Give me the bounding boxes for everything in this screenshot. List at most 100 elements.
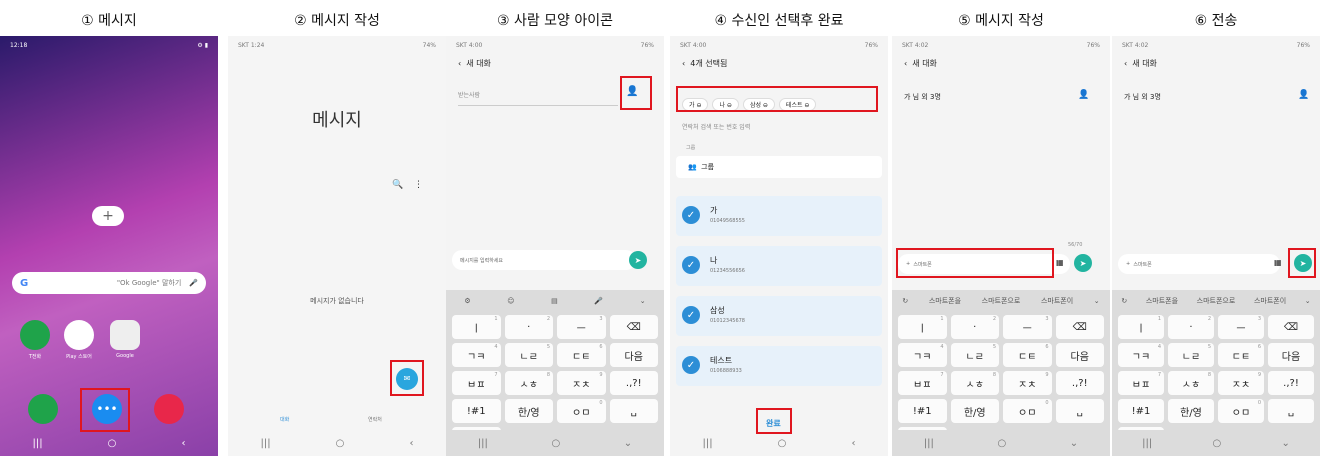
send-icon[interactable]: ➤ (629, 251, 647, 269)
step-caption: ③ 사람 모양 아이콘 (496, 13, 614, 29)
keyboard-key[interactable]: ㄷㅌ 6 (1003, 343, 1052, 367)
keyboard-key[interactable]: ㅇㅁ 0 (1218, 399, 1264, 423)
group-section: 그룹 (686, 145, 696, 151)
send-screen: SKT 4:02 76% ‹ 새 대화 가 님 외 3명 👤 + 스마트폰 ▦ ➤… (1112, 36, 1320, 456)
keyboard-key[interactable]: 다음 (609, 343, 658, 367)
contact-row-samsung[interactable]: ✓ 삼성 01012345678 (676, 296, 882, 336)
keyboard-key[interactable]: 다음 (1268, 343, 1314, 367)
keyboard-key[interactable]: ㅇㅁ 0 (557, 399, 606, 423)
keyboard-key[interactable]: ㅅㅎ 8 (950, 371, 999, 395)
key-number-hint: 1 (494, 316, 498, 322)
contact-row-na[interactable]: ✓ 나 01234556656 (676, 246, 882, 286)
keyboard-key[interactable]: ㅡ3 (1003, 315, 1052, 339)
keyboard-key[interactable]: ㅂㅍ 7 (1118, 371, 1164, 395)
recipients-field[interactable]: 가 님 외 3명 (904, 92, 941, 102)
keyboard-key[interactable]: ㄴㄹ 5 (504, 343, 553, 367)
keyboard-key[interactable]: ㄱㅋ 4 (898, 343, 947, 367)
keyboard-key[interactable]: ㄴㄹ 5 (1168, 343, 1214, 367)
person-icon[interactable]: 👤 (1078, 90, 1089, 100)
keyboard-key[interactable]: · 2 (950, 315, 999, 339)
more-icon[interactable]: ⋮ (414, 180, 423, 190)
google-search-bar[interactable]: G "Ok Google" 말하기 🎤 (12, 272, 206, 294)
keyboard-key[interactable]: ㄱㅋ 4 (452, 343, 501, 367)
compose-screen: SKT 4:02 76% ‹ 새 대화 가 님 외 3명 👤 56/70 + 스마… (892, 36, 1110, 456)
search-icon[interactable]: 🔍 (392, 180, 403, 190)
sticker-icon[interactable]: ▦ (1056, 258, 1064, 267)
key-number-hint: 3 (1257, 316, 1261, 322)
tab-conversations[interactable]: 대화 (280, 416, 289, 423)
add-widget-icon[interactable]: + (92, 206, 124, 226)
keyboard: ⚙ ☺ ▤ 🎤 ⌄ ㅣ 1 · 2 ㅡ 3 ⌫ ㄱㅋ 4 ㄴㄹ 5 ㄷㅌ 6 다음 ㅂㅍ 7 ㅅㅎ 8 ㅈㅊ 9.,?! !#1… (446, 290, 664, 451)
check-icon: ✓ (682, 306, 700, 324)
keyboard-key[interactable]: !#1 (452, 399, 501, 423)
send-icon[interactable]: ➤ (1074, 254, 1092, 272)
keyboard-key[interactable]: ㅅㅎ 8 (504, 371, 553, 395)
keyboard-key[interactable]: ㅣ1 (898, 315, 947, 339)
keyboard-key[interactable]: ⌫ (609, 315, 658, 339)
key-number-hint: 4 (940, 344, 944, 350)
keyboard-key[interactable]: .,?! (1055, 371, 1104, 395)
highlight-send (1288, 248, 1316, 278)
keyboard-key[interactable]: 한/영 (1168, 399, 1214, 423)
keyboard-key[interactable]: ㅣ1 (452, 315, 501, 339)
step-caption: ⑥ 전송 (1194, 13, 1238, 29)
keyboard-key[interactable]: ㄱㅋ 4 (1118, 343, 1164, 367)
message-input[interactable]: + 스마트폰 (1118, 254, 1280, 274)
keyboard-key[interactable]: ⌫ (1268, 315, 1314, 339)
keyboard-key[interactable]: ⌫ (1055, 315, 1104, 339)
keyboard-key[interactable]: ㅈㅊ 9 (1003, 371, 1052, 395)
messages-screen: SKT 1:24 74% 메시지 🔍 ⋮ 메시지가 없습니다 ✉ 대화 연락처 |… (228, 36, 446, 456)
keyboard-key[interactable]: ㄴㄹ 5 (950, 343, 999, 367)
key-number-hint: 2 (992, 316, 996, 322)
keyboard-key[interactable]: ㅈㅊ 9 (1218, 371, 1264, 395)
keyboard-key[interactable]: 한/영 (950, 399, 999, 423)
keyboard-key[interactable]: ㄷㅌ 6 (557, 343, 606, 367)
keyboard-key[interactable]: · 2 (1168, 315, 1214, 339)
key-number-hint: 3 (1045, 316, 1049, 322)
keyboard-key[interactable]: ㅈㅊ 9 (557, 371, 606, 395)
key-number-hint: 9 (1257, 372, 1261, 378)
tab-contacts[interactable]: 연락처 (368, 416, 382, 423)
key-number-hint: 9 (599, 372, 603, 378)
app-google[interactable]: Google (110, 320, 140, 359)
person-icon[interactable]: 👤 (1298, 90, 1309, 100)
page-title: 메시지 (312, 110, 362, 131)
keyboard-key[interactable]: ㅂㅍ 7 (898, 371, 947, 395)
recipient-field[interactable]: 받는사람 (458, 90, 618, 106)
keyboard-key[interactable]: .,?! (1268, 371, 1314, 395)
sticker-icon[interactable]: ▦ (1274, 258, 1282, 267)
app-playstore[interactable]: Play 스토어 (64, 320, 94, 360)
keyboard-key[interactable]: ␣ (1268, 399, 1314, 423)
message-input[interactable]: 메시지를 입력하세요 (452, 250, 636, 270)
keyboard-key[interactable]: ㅅㅎ 8 (1168, 371, 1214, 395)
key-number-hint: 9 (1045, 372, 1049, 378)
home-screen: 12:18 ⚙ ▮ + G "Ok Google" 말하기 🎤 T전화 Play … (0, 36, 218, 456)
keyboard-key[interactable]: ㅡ3 (1218, 315, 1264, 339)
keyboard-key[interactable]: .,?! (609, 371, 658, 395)
contact-row-ga[interactable]: ✓ 가 01049568555 (676, 196, 882, 236)
keyboard-key[interactable]: · 2 (504, 315, 553, 339)
mic-icon[interactable]: 🎤 (189, 279, 198, 287)
recipients-field[interactable]: 가 님 외 3명 (1124, 92, 1161, 102)
keyboard-key[interactable]: ㅇㅁ 0 (1003, 399, 1052, 423)
group-row[interactable]: 👥 그룹 (676, 156, 882, 178)
contact-row-test[interactable]: ✓ 테스트 0106888933 (676, 346, 882, 386)
keyboard-key[interactable]: ㅡ3 (557, 315, 606, 339)
keyboard-key[interactable]: !#1 (898, 399, 947, 423)
keyboard-key[interactable]: ㅂㅍ 7 (452, 371, 501, 395)
check-icon: ✓ (682, 206, 700, 224)
keyboard-key[interactable]: 다음 (1055, 343, 1104, 367)
dock-phone-icon[interactable] (28, 394, 58, 424)
dock-camera-icon[interactable] (154, 394, 184, 424)
keyboard-key[interactable]: ㅣ1 (1118, 315, 1164, 339)
contact-search[interactable]: 연락처 검색 또는 번호 입력 (682, 122, 750, 131)
app-tphone[interactable]: T전화 (20, 320, 50, 360)
keyboard-key[interactable]: ␣ (609, 399, 658, 423)
keyboard-key[interactable]: ␣ (1055, 399, 1104, 423)
keyboard-key[interactable]: !#1 (1118, 399, 1164, 423)
highlight-person-icon (620, 76, 652, 110)
empty-state-text: 메시지가 없습니다 (310, 297, 364, 305)
key-number-hint: 6 (1257, 344, 1261, 350)
keyboard-key[interactable]: ㄷㅌ 6 (1218, 343, 1264, 367)
keyboard-key[interactable]: 한/영 (504, 399, 553, 423)
